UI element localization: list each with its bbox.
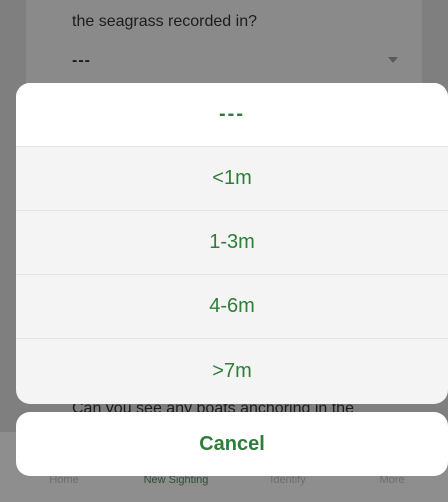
- depth-select-value: ---: [72, 52, 91, 69]
- depth-select[interactable]: ---: [72, 52, 412, 76]
- option-4-6m[interactable]: 4-6m: [16, 275, 448, 339]
- option-more-than-7m[interactable]: >7m: [16, 339, 448, 403]
- option-none[interactable]: ---: [16, 83, 448, 147]
- option-less-than-1m[interactable]: <1m: [16, 147, 448, 211]
- chevron-down-icon: [388, 57, 398, 63]
- cancel-button[interactable]: Cancel: [16, 412, 448, 476]
- depth-options-sheet: --- <1m 1-3m 4-6m >7m: [16, 83, 448, 404]
- option-1-3m[interactable]: 1-3m: [16, 211, 448, 275]
- question-text: the seagrass recorded in?: [72, 13, 257, 30]
